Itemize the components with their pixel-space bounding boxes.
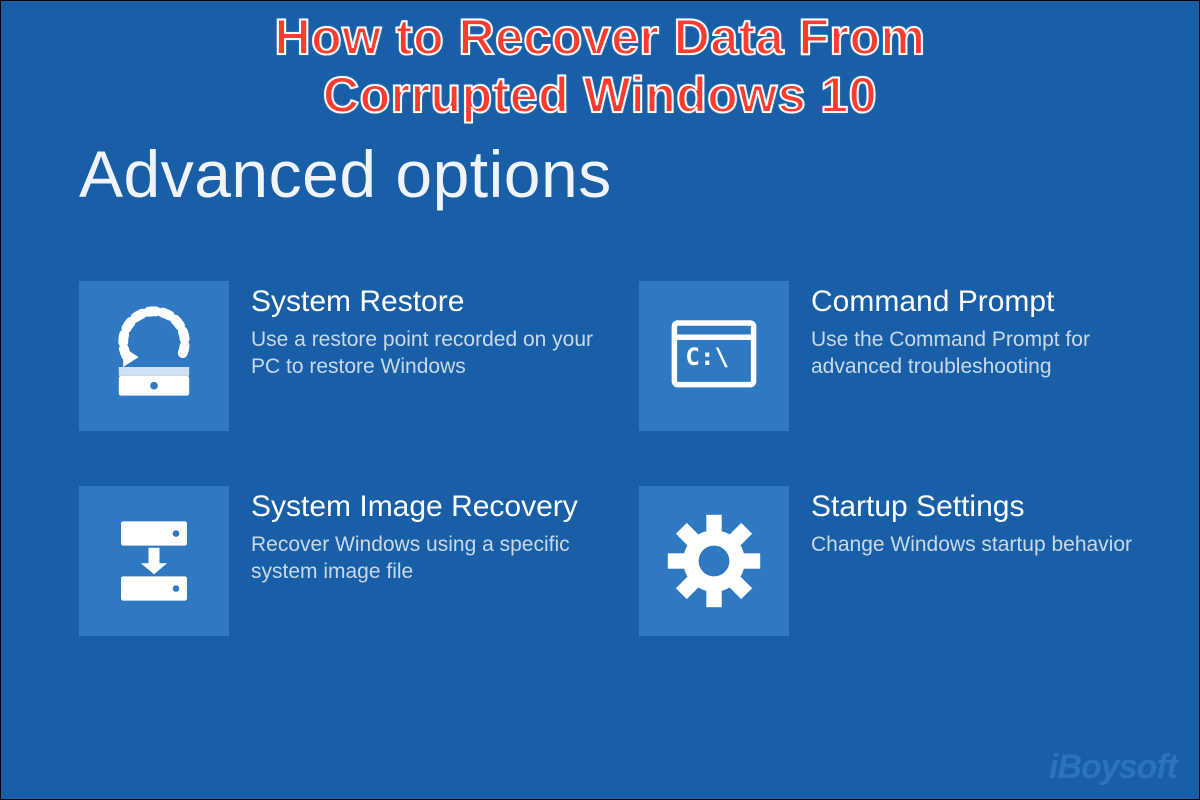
overlay-line2: Corrupted Windows 10	[323, 67, 877, 123]
system-restore-icon	[79, 281, 229, 431]
option-system-image-recovery[interactable]: System Image Recovery Recover Windows us…	[79, 486, 639, 681]
option-title: Startup Settings	[811, 490, 1132, 525]
option-title: Command Prompt	[811, 285, 1171, 320]
option-desc: Use the Command Prompt for advanced trou…	[811, 326, 1171, 381]
svg-text:C:\: C:\	[685, 343, 729, 371]
option-title: System Image Recovery	[251, 490, 611, 525]
option-text: Startup Settings Change Windows startup …	[811, 486, 1132, 558]
overlay-line1: How to Recover Data From	[274, 9, 925, 65]
system-image-recovery-icon	[79, 486, 229, 636]
option-text: Command Prompt Use the Command Prompt fo…	[811, 281, 1171, 380]
option-command-prompt[interactable]: C:\ Command Prompt Use the Command Promp…	[639, 281, 1199, 446]
option-title: System Restore	[251, 285, 611, 320]
article-title-overlay: How to Recover Data From Corrupted Windo…	[1, 9, 1199, 124]
option-desc: Change Windows startup behavior	[811, 531, 1132, 558]
option-system-restore[interactable]: System Restore Use a restore point recor…	[79, 281, 639, 446]
command-prompt-icon: C:\	[639, 281, 789, 431]
option-startup-settings[interactable]: Startup Settings Change Windows startup …	[639, 486, 1199, 681]
watermark-text: iBoysoft	[1049, 748, 1177, 786]
page-title: Advanced options	[79, 136, 612, 212]
option-text: System Image Recovery Recover Windows us…	[251, 486, 611, 585]
gear-icon	[639, 486, 789, 636]
option-desc: Use a restore point recorded on your PC …	[251, 326, 611, 381]
option-text: System Restore Use a restore point recor…	[251, 281, 611, 380]
watermark-logo: iBoysoft	[1049, 748, 1177, 787]
options-grid: System Restore Use a restore point recor…	[79, 281, 1189, 681]
option-desc: Recover Windows using a specific system …	[251, 531, 611, 586]
